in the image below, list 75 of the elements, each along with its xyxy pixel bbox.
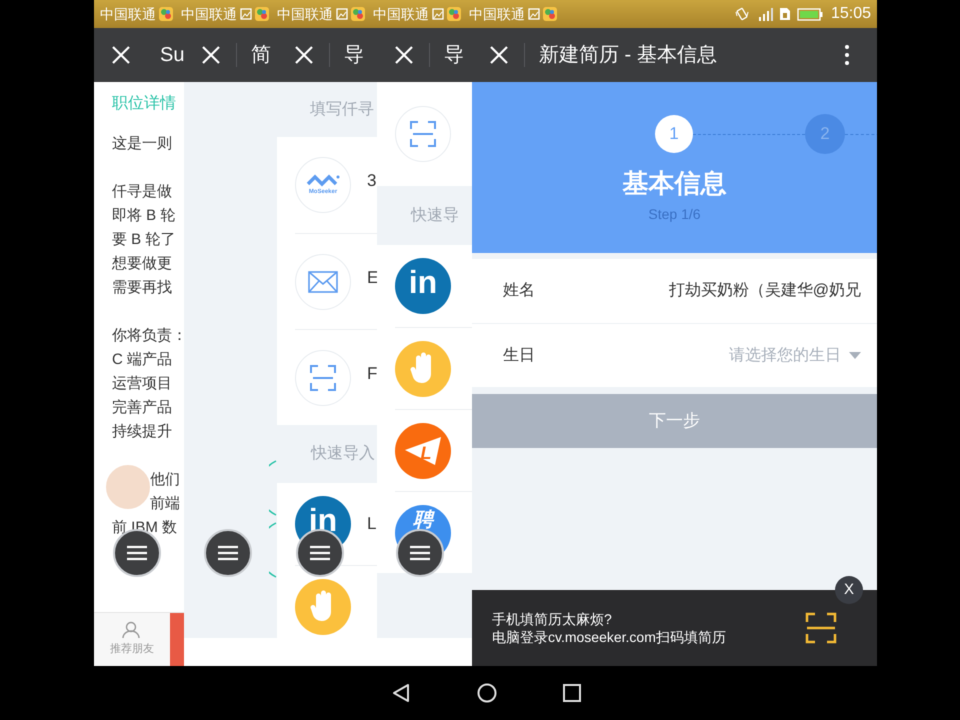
page-title: 简 (251, 43, 271, 68)
menu-icon (310, 545, 330, 561)
body-text: C 端产品 (112, 351, 172, 368)
action-bar (170, 613, 184, 666)
page-title: 导 (344, 43, 364, 68)
liepin-logo: L (395, 422, 451, 478)
image-icon (432, 8, 444, 20)
image-icon (240, 8, 252, 20)
arc-icon (269, 522, 277, 578)
vibrate-icon (734, 7, 749, 21)
caret-icon (849, 352, 861, 360)
step-indicator: 2 (805, 114, 845, 154)
person-icon (122, 621, 142, 640)
name-input[interactable]: 打劫买奶粉（吴建华@奶兄 (631, 279, 861, 303)
page-heading: 基本信息 (622, 167, 726, 200)
section-label: 填写仟寻 (310, 100, 374, 120)
section-label: 快速导 (411, 206, 459, 226)
option-label: 3 (367, 170, 376, 192)
carrier-name: 中国联通 (277, 4, 333, 24)
body-text: 需要再找 (112, 279, 172, 296)
body-text: 想要做更 (112, 255, 172, 272)
body-text: 他们 (150, 471, 180, 488)
page-title: 新建简历 - 基本信息 (539, 43, 717, 68)
section-heading: 职位详情 (112, 94, 177, 114)
app-icon (351, 7, 365, 21)
option-label: F (367, 362, 377, 385)
birthday-select[interactable]: 请选择您的生日 (729, 344, 861, 368)
carrier-name: 中国联通 (181, 4, 237, 24)
home-icon[interactable] (476, 683, 496, 703)
banner-text: 电脑登录cv.moseeker.com扫码填简历 (492, 628, 726, 646)
option-label: L (367, 513, 376, 536)
body-text: 持续提升 (112, 423, 172, 440)
body-text: 仟寻是做 (112, 183, 172, 200)
scan-icon (805, 612, 837, 644)
close-button[interactable]: X (835, 576, 863, 604)
clock-time: 15:05 (830, 4, 871, 24)
linkedin-logo: in (395, 258, 451, 314)
app-icon (159, 7, 173, 21)
carrier-name: 中国联通 (469, 4, 525, 24)
step-indicator: 1 (655, 115, 693, 153)
page-title: 导 (444, 43, 464, 68)
sim-icon (778, 7, 791, 21)
carrier-name: 中国联通 (100, 4, 156, 24)
back-icon[interactable] (390, 683, 410, 703)
app-icon (255, 7, 269, 21)
section-label: 快速导入 (311, 444, 375, 464)
close-button[interactable] (294, 45, 314, 65)
field-label: 姓名 (503, 281, 536, 301)
image-icon (336, 8, 348, 20)
body-text: 要 B 轮了 (112, 231, 176, 248)
field-label: 生日 (503, 346, 536, 366)
close-button[interactable] (489, 45, 509, 65)
close-button[interactable] (201, 45, 221, 65)
recommend-friend-tab[interactable]: 推荐朋友 (94, 613, 170, 666)
banner-text: 手机填简历太麻烦? (492, 610, 613, 628)
body-text: 你将负责： (112, 327, 184, 344)
recent-apps-icon[interactable] (562, 684, 580, 702)
body-text: 运营项目 (112, 375, 172, 392)
menu-icon (410, 545, 430, 561)
close-button[interactable] (394, 45, 414, 65)
body-text: 即将 B 轮 (112, 207, 176, 224)
battery-icon (796, 8, 823, 20)
carrier-name: 中国联通 (373, 4, 429, 24)
menu-icon (127, 545, 147, 561)
body-text: 前端 (150, 495, 180, 512)
app-icon (543, 7, 557, 21)
menu-icon (218, 545, 238, 561)
more-menu-button[interactable] (845, 45, 849, 65)
close-button[interactable] (111, 45, 131, 65)
body-text: 完善产品 (112, 399, 172, 416)
arc-icon (269, 460, 277, 516)
app-icon (447, 7, 461, 21)
image-icon (528, 8, 540, 20)
body-text: 这是一则 (112, 135, 172, 152)
page-title: Su (160, 43, 184, 68)
